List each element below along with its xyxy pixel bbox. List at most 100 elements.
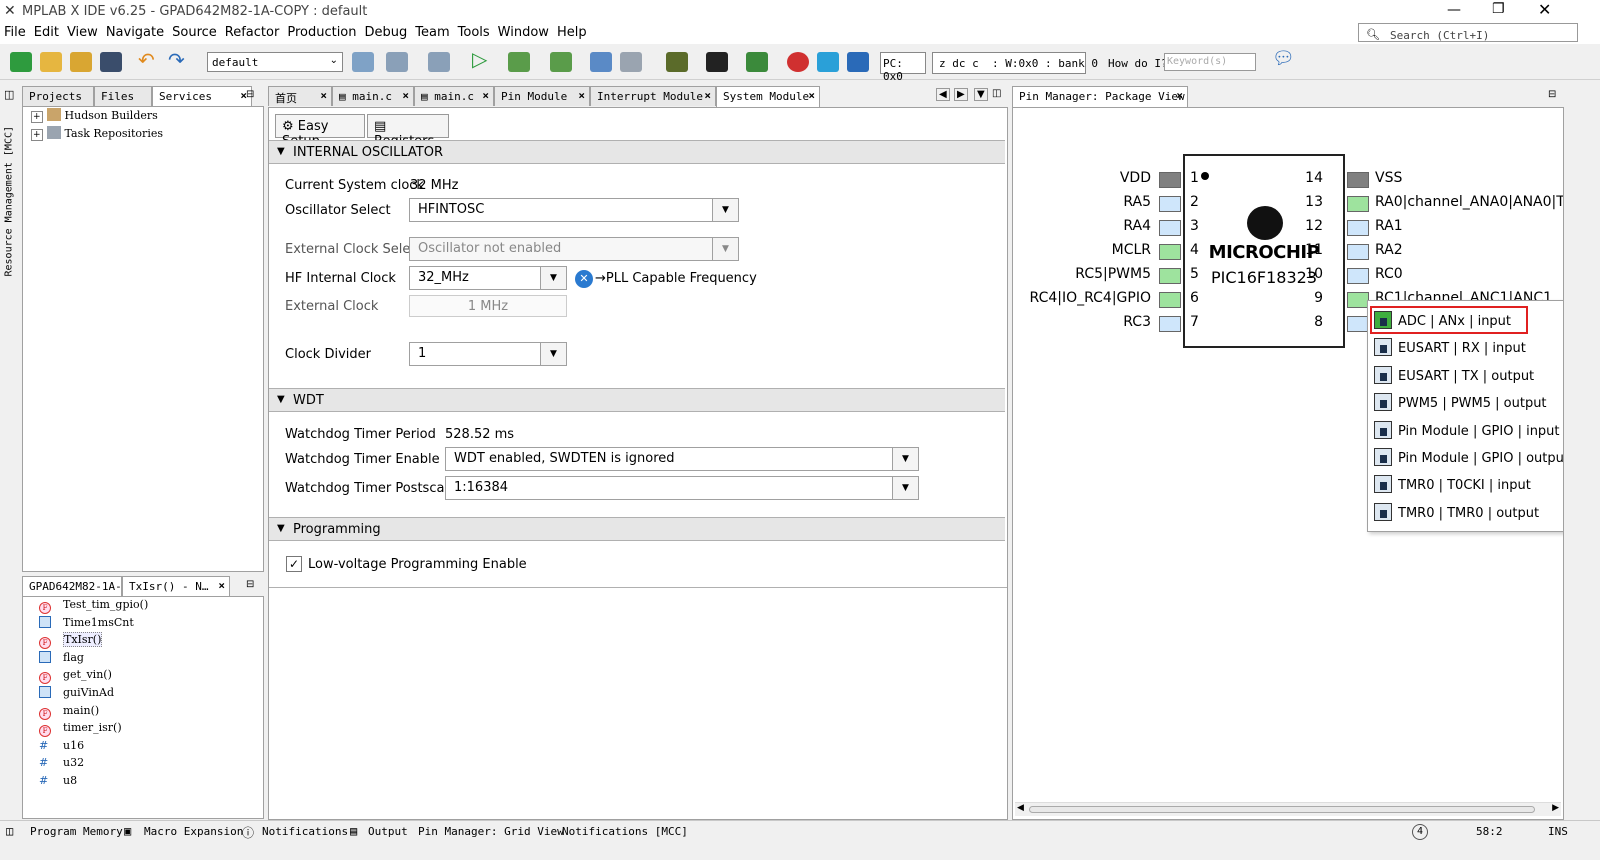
navigator-item[interactable]: # u8 xyxy=(39,774,77,792)
close-icon[interactable]: × xyxy=(320,89,327,102)
pin-function-menu-item[interactable]: TMR0 | TMR0 | output xyxy=(1374,499,1539,523)
clock-divider-dropdown[interactable]: 1 ▼ xyxy=(409,342,567,366)
minimize-panel-icon[interactable]: ⊟ xyxy=(246,579,254,590)
side-collapse-icon[interactable]: ◫ xyxy=(4,88,14,101)
oscillator-select-dropdown[interactable]: HFINTOSC ▼ xyxy=(409,198,739,222)
pin-box[interactable] xyxy=(1159,268,1181,284)
status-notifications[interactable]: Notifications xyxy=(262,825,348,838)
pin-box[interactable] xyxy=(1347,220,1369,236)
pin-box[interactable] xyxy=(1159,316,1181,332)
new-file-icon[interactable] xyxy=(10,52,32,72)
save-all-icon[interactable] xyxy=(100,52,122,72)
tab-editor[interactable]: Interrupt Module × xyxy=(590,86,716,106)
new-project-icon[interactable] xyxy=(40,52,62,72)
tab-pin-manager[interactable]: Pin Manager: Package View × xyxy=(1012,86,1188,107)
tab-editor[interactable]: System Module × xyxy=(716,86,820,107)
hold-reset-icon[interactable] xyxy=(620,52,642,72)
pin-function-menu-item[interactable]: PWM5 | PWM5 | output xyxy=(1374,389,1547,413)
external-clock-field[interactable]: 1 MHz xyxy=(409,295,567,317)
navigator-item[interactable]: Ftimer_isr() xyxy=(39,721,122,739)
pin-box[interactable] xyxy=(1347,196,1369,212)
external-clock-select-dropdown[interactable]: Oscillator not enabled ▼ xyxy=(409,237,739,261)
menu-debug[interactable]: Debug xyxy=(361,22,412,40)
status-output[interactable]: Output xyxy=(368,825,408,838)
resource-management-tab[interactable]: Resource Management [MCC] xyxy=(4,107,15,277)
menu-production[interactable]: Production xyxy=(283,22,360,40)
scroll-right-icon[interactable]: ▶ xyxy=(1552,803,1559,813)
navigator-item[interactable]: flag xyxy=(39,650,84,669)
menu-team[interactable]: Team xyxy=(411,22,453,40)
menu-file[interactable]: File xyxy=(0,22,30,40)
pin-label[interactable]: RA2 xyxy=(1375,242,1403,258)
section-programming[interactable]: ▼ Programming xyxy=(269,517,1005,541)
navigator-item[interactable]: # u32 xyxy=(39,756,84,774)
menu-navigate[interactable]: Navigate xyxy=(102,22,168,40)
pin-function-menu-item[interactable]: Pin Module | GPIO | input xyxy=(1374,417,1560,441)
pin-label[interactable]: RA4 xyxy=(1123,218,1151,234)
subtab-registers[interactable]: ▤ Registers xyxy=(367,114,449,149)
lvp-checkbox[interactable]: ✓ xyxy=(286,556,302,572)
pin-function-menu-item[interactable]: EUSART | RX | input xyxy=(1374,334,1526,358)
program-device-icon[interactable] xyxy=(508,52,530,72)
menu-window[interactable]: Window xyxy=(494,22,553,40)
build-icon[interactable] xyxy=(352,52,374,72)
pin-box[interactable] xyxy=(1159,172,1181,188)
minimize-panel-icon[interactable]: ⊟ xyxy=(1548,89,1556,100)
close-icon[interactable]: × xyxy=(482,89,489,102)
close-icon[interactable]: × xyxy=(402,89,409,102)
redo-icon[interactable]: ↷ xyxy=(168,48,190,72)
pin-label[interactable]: RA1 xyxy=(1375,218,1403,234)
scroll-left-icon[interactable]: ◀ xyxy=(1017,803,1024,813)
pin-label[interactable]: RC4|IO_RC4|GPIO xyxy=(1030,290,1151,306)
tree-item-hudson[interactable]: + Hudson Builders xyxy=(31,108,158,126)
config-select[interactable]: default ⌄ xyxy=(207,52,343,72)
pin-label[interactable]: RA0|channel_ANA0|ANA0|TX xyxy=(1375,194,1563,210)
menu-help[interactable]: Help xyxy=(553,22,591,40)
pin-box[interactable] xyxy=(1347,268,1369,284)
pin-box[interactable] xyxy=(1347,172,1369,188)
close-icon[interactable]: × xyxy=(578,89,585,102)
navigator-item[interactable]: Time1msCnt xyxy=(39,615,134,634)
status-pin-grid-view[interactable]: Pin Manager: Grid View xyxy=(418,825,564,838)
pin-label[interactable]: VSS xyxy=(1375,170,1402,186)
scroll-tabs-right-icon[interactable]: ▶ xyxy=(954,88,968,101)
menu-tools[interactable]: Tools xyxy=(454,22,494,40)
pin-label[interactable]: MCLR xyxy=(1112,242,1151,258)
log-icon[interactable] xyxy=(706,52,728,72)
tab-services[interactable]: Services × xyxy=(152,86,252,107)
expand-icon[interactable]: + xyxy=(31,111,43,123)
wdt-postscaler-dropdown[interactable]: 1:16384 ▼ xyxy=(445,476,919,500)
pin-function-menu-item[interactable]: TMR0 | T0CKI | input xyxy=(1374,471,1531,495)
minimize-icon[interactable]: — xyxy=(1447,2,1461,18)
pin-box[interactable] xyxy=(1347,316,1369,332)
keyword-input[interactable]: Keyword(s) xyxy=(1164,53,1256,71)
pin-label[interactable]: RC0 xyxy=(1375,266,1403,282)
menu-refactor[interactable]: Refactor xyxy=(221,22,284,40)
pin-label[interactable]: RA5 xyxy=(1123,194,1151,210)
minimize-panel-icon[interactable]: ⊟ xyxy=(246,89,254,100)
navigator-item[interactable]: Fget_vin() xyxy=(39,668,112,686)
navigator-item[interactable]: F Test_tim_gpio() xyxy=(39,598,148,616)
pin-function-menu-item[interactable]: EUSART | TX | output xyxy=(1374,362,1534,386)
pin-label[interactable]: VDD xyxy=(1120,170,1151,186)
close-window-icon[interactable]: ✕ xyxy=(1538,0,1551,19)
harmony-icon[interactable] xyxy=(787,52,809,72)
chat-icon[interactable]: 💬︎ xyxy=(1272,48,1295,69)
navigator-item[interactable]: guiVinAd xyxy=(39,686,114,704)
status-program-memory[interactable]: Program Memory xyxy=(30,825,123,838)
program-memory-icon[interactable]: ◫ xyxy=(6,824,13,838)
search-box[interactable]: 🔍︎ Search (Ctrl+I) xyxy=(1358,23,1578,42)
scroll-tabs-left-icon[interactable]: ◀ xyxy=(936,88,950,101)
pin-box[interactable] xyxy=(1159,196,1181,212)
mcc-icon[interactable] xyxy=(847,52,869,72)
cm-icon[interactable] xyxy=(817,52,839,72)
wdt-enable-dropdown[interactable]: WDT enabled, SWDTEN is ignored ▼ xyxy=(445,447,919,471)
tree-item-task-repos[interactable]: + Task Repositories xyxy=(31,126,163,144)
make-icon[interactable] xyxy=(428,52,450,72)
subtab-easy-setup[interactable]: ⚙ Easy Setup xyxy=(275,114,365,149)
navigator-item[interactable]: # u16 xyxy=(39,739,84,757)
tab-list-icon[interactable]: ▼ xyxy=(974,88,988,101)
pin-function-menu-item[interactable]: Pin Module | GPIO | output xyxy=(1374,444,1563,468)
tab-editor[interactable]: Pin Module × xyxy=(494,86,590,106)
pin-box[interactable] xyxy=(1159,292,1181,308)
